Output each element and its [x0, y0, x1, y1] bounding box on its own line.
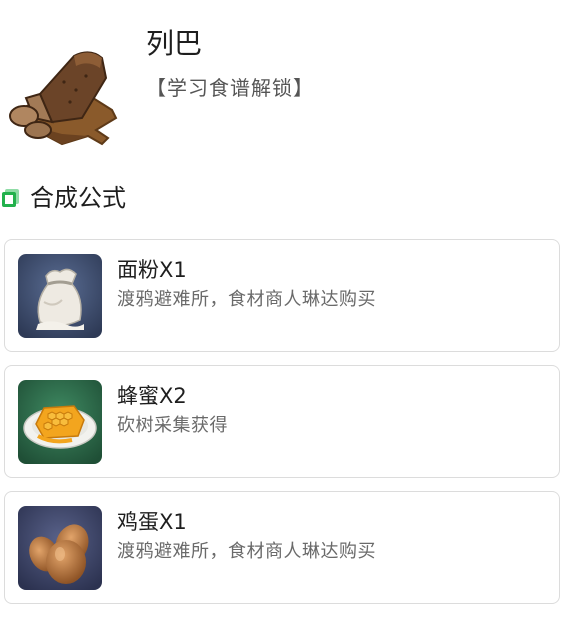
honeycomb-plate-icon: [18, 380, 102, 464]
ingredient-name: 面粉X1: [117, 258, 187, 282]
section-marker-icon: [0, 187, 22, 209]
ingredient-card[interactable]: 鸡蛋X1 渡鸦避难所，食材商人琳达购买: [4, 491, 560, 604]
ingredient-source: 砍树采集获得: [117, 415, 228, 436]
ingredient-source: 渡鸦避难所，食材商人琳达购买: [117, 289, 376, 310]
ingredient-name: 鸡蛋X1: [117, 510, 187, 534]
flour-sack-icon: [18, 254, 102, 338]
unlock-condition: 【学习食谱解锁】: [146, 76, 314, 100]
ingredient-name: 蜂蜜X2: [117, 384, 187, 408]
ingredient-source: 渡鸦避难所，食材商人琳达购买: [117, 541, 376, 562]
eggs-icon: [18, 506, 102, 590]
ingredient-list: 面粉X1 渡鸦避难所，食材商人琳达购买 蜂蜜X2 砍树采集获得 鸡蛋X1 渡鸦避…: [4, 239, 560, 617]
rye-bread-loaf-icon: [4, 38, 132, 148]
item-name: 列巴: [146, 27, 203, 60]
ingredient-card[interactable]: 面粉X1 渡鸦避难所，食材商人琳达购买: [4, 239, 560, 352]
section-label: 合成公式: [30, 184, 126, 212]
section-title: 合成公式: [0, 180, 126, 216]
item-header: 列巴 【学习食谱解锁】: [0, 0, 564, 160]
ingredient-card[interactable]: 蜂蜜X2 砍树采集获得: [4, 365, 560, 478]
